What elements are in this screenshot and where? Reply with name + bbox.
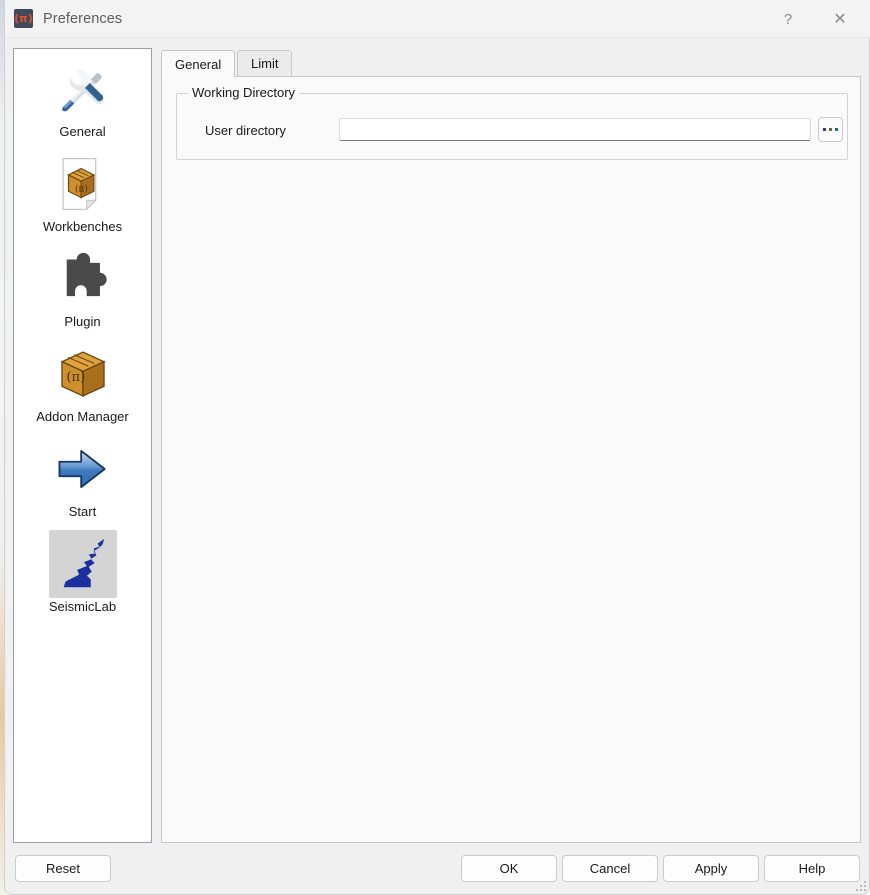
- sidebar-item-label: Workbenches: [43, 220, 122, 235]
- user-directory-label: User directory: [205, 123, 286, 138]
- sidebar-item-addon-manager[interactable]: (π) Addon Manager: [14, 334, 151, 429]
- seismic-trace-icon-box: [49, 530, 117, 598]
- browse-directory-button[interactable]: [818, 117, 843, 142]
- tab-limit[interactable]: Limit: [237, 50, 292, 76]
- sidebar-item-label: SeismicLab: [49, 600, 116, 615]
- titlebar-help-icon[interactable]: ?: [765, 0, 811, 38]
- general-tab-panel: Working Directory User directory: [161, 76, 861, 843]
- tab-general[interactable]: General: [161, 50, 235, 77]
- addon-box-icon-box: (π): [49, 340, 117, 408]
- user-directory-input[interactable]: [339, 118, 811, 141]
- working-directory-title: Working Directory: [188, 85, 299, 100]
- puzzle-piece-icon: [55, 251, 111, 307]
- working-directory-group: Working Directory User directory: [176, 93, 848, 160]
- seismic-trace-icon: [52, 533, 114, 595]
- sidebar-item-label: Addon Manager: [36, 410, 129, 425]
- sidebar-item-plugin[interactable]: Plugin: [14, 239, 151, 334]
- workbench-box-icon-box: (π): [49, 150, 117, 218]
- sidebar-item-start[interactable]: Start: [14, 429, 151, 524]
- ok-button[interactable]: OK: [461, 855, 557, 882]
- close-icon[interactable]: ✕: [817, 0, 863, 38]
- sidebar-item-seismiclab[interactable]: SeismicLab: [14, 524, 151, 619]
- sidebar-item-label: Plugin: [64, 315, 100, 330]
- apply-button[interactable]: Apply: [663, 855, 759, 882]
- tools-icon-box: [49, 55, 117, 123]
- blue-arrow-icon-box: [49, 435, 117, 503]
- workbench-box-icon: (π): [54, 155, 112, 213]
- puzzle-piece-icon-box: [49, 245, 117, 313]
- tab-bar: General Limit: [161, 50, 861, 76]
- sidebar-item-label: General: [59, 125, 105, 140]
- help-button[interactable]: Help: [764, 855, 860, 882]
- tools-icon: [52, 58, 114, 120]
- sidebar-item-label: Start: [69, 505, 96, 520]
- svg-text:(π): (π): [66, 370, 85, 385]
- addon-box-icon: (π): [55, 346, 111, 402]
- reset-button[interactable]: Reset: [15, 855, 111, 882]
- title-bar: (π) Preferences ? ✕: [5, 0, 870, 38]
- sidebar-item-workbenches[interactable]: (π) Workbenches: [14, 144, 151, 239]
- blue-arrow-icon: [54, 440, 112, 498]
- app-pi-icon: (π): [14, 9, 33, 28]
- sidebar-item-general[interactable]: General: [14, 49, 151, 144]
- preferences-category-list[interactable]: General (π) Workbenches: [13, 48, 152, 843]
- resize-grip[interactable]: [853, 878, 866, 891]
- ellipsis-icon: [823, 128, 838, 131]
- cancel-button[interactable]: Cancel: [562, 855, 658, 882]
- preferences-dialog: (π) Preferences ? ✕: [4, 0, 870, 895]
- svg-text:(π): (π): [74, 183, 87, 194]
- window-title: Preferences: [43, 11, 122, 27]
